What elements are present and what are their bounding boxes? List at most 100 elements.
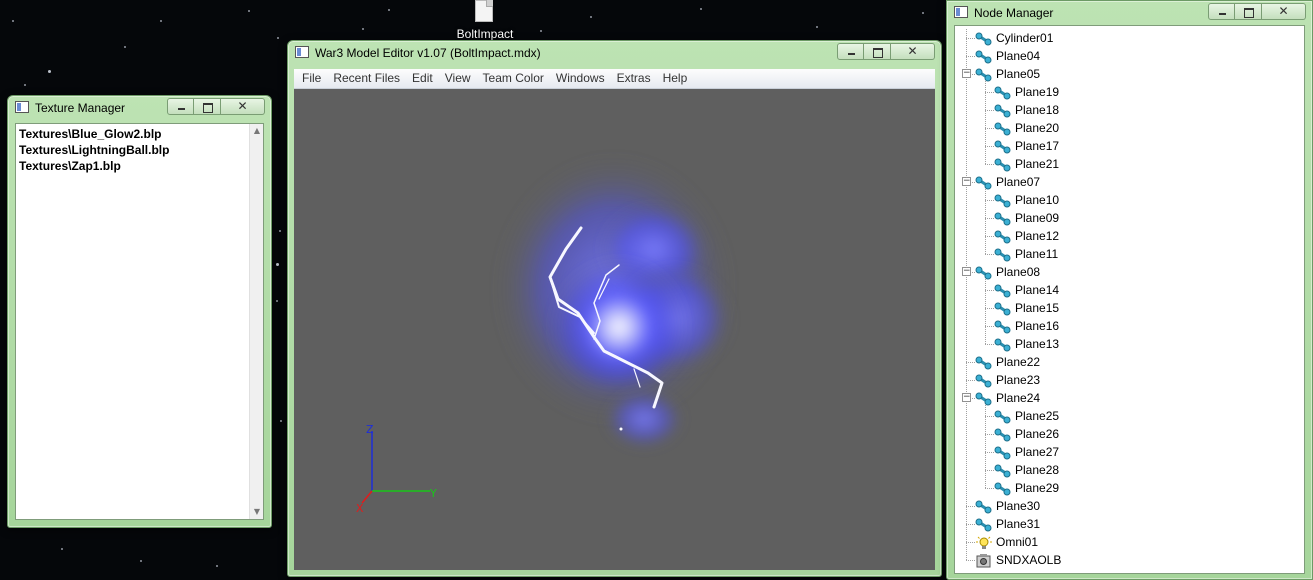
tree-node-label: Plane16 xyxy=(1015,319,1060,333)
tree-node[interactable]: Plane13 xyxy=(955,335,1304,353)
tree-connector xyxy=(966,506,975,507)
texture-manager-titlebar[interactable]: Texture Manager ✕ xyxy=(8,96,271,120)
tree-node-label: Omni01 xyxy=(996,535,1039,549)
tree-node-label: SNDXAOLB xyxy=(996,553,1062,567)
maximize-button[interactable] xyxy=(864,43,891,60)
tree-node[interactable]: SNDXAOLB xyxy=(955,551,1304,569)
bone-icon xyxy=(994,409,1012,424)
tree-connector xyxy=(985,236,994,237)
menu-windows[interactable]: Windows xyxy=(550,69,611,89)
menu-edit[interactable]: Edit xyxy=(406,69,439,89)
maximize-button[interactable] xyxy=(1235,3,1262,20)
tree-node-label: Plane23 xyxy=(996,373,1041,387)
tree-node[interactable]: Plane30 xyxy=(955,497,1304,515)
tree-connector xyxy=(985,470,994,471)
menu-view[interactable]: View xyxy=(439,69,477,89)
tree-node[interactable]: Plane15 xyxy=(955,299,1304,317)
scroll-down-arrow-icon[interactable]: ▼ xyxy=(250,505,264,519)
maximize-button[interactable] xyxy=(194,98,221,115)
lightning-glow xyxy=(494,154,734,449)
tree-node[interactable]: Plane31 xyxy=(955,515,1304,533)
bone-icon xyxy=(994,319,1012,334)
tree-node[interactable]: Omni01 xyxy=(955,533,1304,551)
light-bulb-icon xyxy=(975,535,993,549)
desktop-file-boltimpact[interactable]: BoltImpact xyxy=(445,0,525,42)
node-manager-titlebar[interactable]: Node Manager ✕ xyxy=(947,1,1312,25)
tree-node[interactable]: Plane18 xyxy=(955,101,1304,119)
node-manager-title: Node Manager xyxy=(974,6,1054,20)
close-button[interactable]: ✕ xyxy=(1262,3,1306,20)
node-tree-box[interactable]: Cylinder01 Plane04 − Plane05 Plane19 Plane18 P… xyxy=(954,25,1305,574)
close-button[interactable]: ✕ xyxy=(891,43,935,60)
tree-node[interactable]: Plane17 xyxy=(955,137,1304,155)
tree-node[interactable]: Plane20 xyxy=(955,119,1304,137)
bone-icon xyxy=(994,301,1012,316)
tree-collapse-toggle[interactable]: − xyxy=(962,69,971,78)
texture-list-item[interactable]: Textures\LightningBall.blp xyxy=(19,142,247,158)
tree-node[interactable]: − Plane08 xyxy=(955,263,1304,281)
tree-node[interactable]: Plane28 xyxy=(955,461,1304,479)
tree-node[interactable]: Cylinder01 xyxy=(955,29,1304,47)
tree-node[interactable]: Plane10 xyxy=(955,191,1304,209)
close-icon: ✕ xyxy=(237,99,248,113)
tree-collapse-toggle[interactable]: − xyxy=(962,177,971,186)
menu-help[interactable]: Help xyxy=(657,69,694,89)
tree-node[interactable]: Plane23 xyxy=(955,371,1304,389)
tree-node[interactable]: Plane19 xyxy=(955,83,1304,101)
model-editor-titlebar[interactable]: War3 Model Editor v1.07 (BoltImpact.mdx)… xyxy=(288,41,941,65)
minimize-button[interactable] xyxy=(837,43,864,60)
tree-node[interactable]: Plane14 xyxy=(955,281,1304,299)
menu-file[interactable]: File xyxy=(296,69,327,89)
texture-list-box[interactable]: Textures\Blue_Glow2.blp Textures\Lightni… xyxy=(15,123,264,520)
tree-collapse-toggle[interactable]: − xyxy=(962,393,971,402)
close-icon: ✕ xyxy=(907,44,918,58)
file-icon xyxy=(475,0,493,22)
tree-node[interactable]: − Plane07 xyxy=(955,173,1304,191)
tree-node[interactable]: Plane21 xyxy=(955,155,1304,173)
tree-node[interactable]: Plane04 xyxy=(955,47,1304,65)
3d-viewport[interactable]: Z Y X xyxy=(294,89,935,570)
tree-connector xyxy=(985,200,994,201)
tree-node-label: Plane14 xyxy=(1015,283,1060,297)
tree-node[interactable]: Plane09 xyxy=(955,209,1304,227)
texture-list-item[interactable]: Textures\Zap1.blp xyxy=(19,158,247,174)
tree-node[interactable]: Plane16 xyxy=(955,317,1304,335)
bone-icon xyxy=(994,337,1012,352)
tree-node[interactable]: Plane22 xyxy=(955,353,1304,371)
scroll-up-arrow-icon[interactable]: ▲ xyxy=(250,124,264,138)
tree-node[interactable]: Plane25 xyxy=(955,407,1304,425)
bone-icon xyxy=(975,391,993,406)
bone-icon xyxy=(994,103,1012,118)
texture-list-scrollbar[interactable]: ▲ ▼ xyxy=(249,124,263,519)
tree-node[interactable]: Plane27 xyxy=(955,443,1304,461)
tree-node[interactable]: − Plane05 xyxy=(955,65,1304,83)
tree-node[interactable]: − Plane24 xyxy=(955,389,1304,407)
tree-node-label: Plane20 xyxy=(1015,121,1060,135)
menu-extras[interactable]: Extras xyxy=(611,69,657,89)
bone-icon xyxy=(994,157,1012,172)
window-app-icon xyxy=(295,46,309,58)
tree-node[interactable]: Plane12 xyxy=(955,227,1304,245)
tree-node[interactable]: Plane29 xyxy=(955,479,1304,497)
tree-connector xyxy=(985,110,994,111)
menu-team-color[interactable]: Team Color xyxy=(477,69,550,89)
minimize-button[interactable] xyxy=(167,98,194,115)
tree-node-label: Plane17 xyxy=(1015,139,1060,153)
menu-recent-files[interactable]: Recent Files xyxy=(327,69,406,89)
texture-list-item[interactable]: Textures\Blue_Glow2.blp xyxy=(19,126,247,142)
tree-connector xyxy=(966,542,975,543)
close-button[interactable]: ✕ xyxy=(221,98,265,115)
bone-icon xyxy=(994,481,1012,496)
bone-icon xyxy=(975,31,993,46)
minimize-button[interactable] xyxy=(1208,3,1235,20)
bone-icon xyxy=(994,193,1012,208)
tree-connector xyxy=(985,164,994,165)
tree-connector xyxy=(985,290,994,291)
tree-node[interactable]: Plane11 xyxy=(955,245,1304,263)
texture-manager-title: Texture Manager xyxy=(35,101,126,115)
sound-icon xyxy=(975,553,993,568)
tree-node[interactable]: Plane26 xyxy=(955,425,1304,443)
y-axis-label: Y xyxy=(429,487,437,500)
tree-collapse-toggle[interactable]: − xyxy=(962,267,971,276)
desktop-file-label: BoltImpact xyxy=(456,27,514,41)
